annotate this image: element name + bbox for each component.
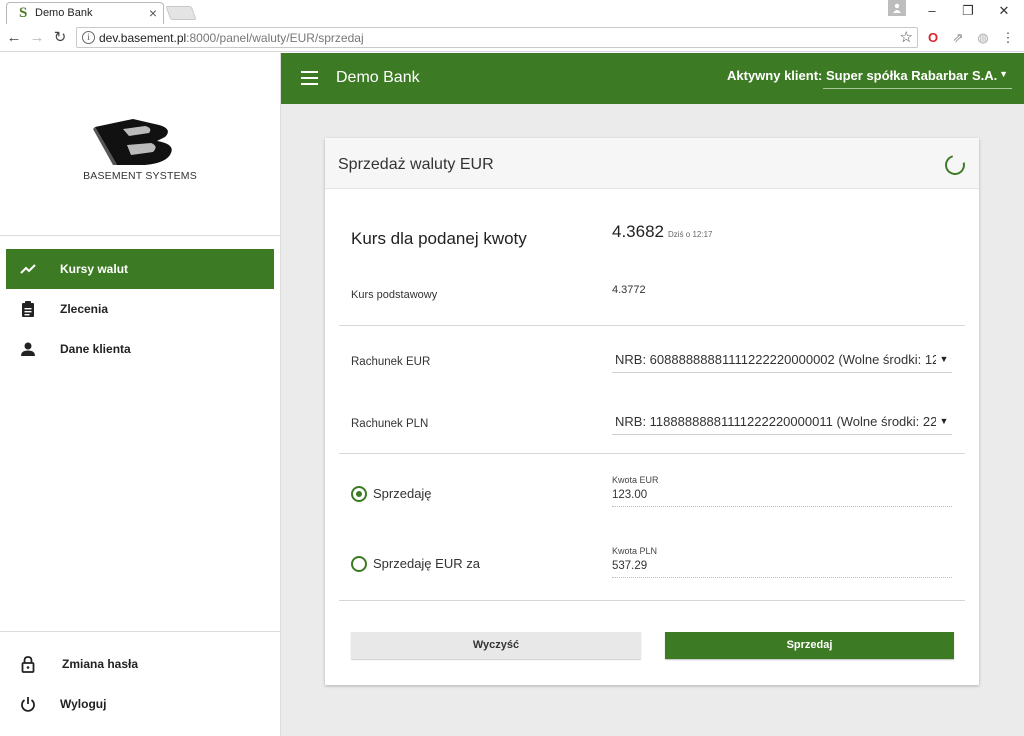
minimize-icon[interactable]: – — [914, 0, 950, 22]
back-icon[interactable]: ← — [5, 28, 23, 48]
menu-dots-icon[interactable]: ⋮ — [1000, 30, 1016, 46]
radio-sell-button[interactable] — [351, 486, 367, 502]
pln-amount-label: Kwota PLN — [612, 546, 658, 556]
sidebar-item-zmiana-hasla[interactable]: Zmiana hasła — [6, 644, 274, 684]
profile-icon[interactable] — [888, 0, 906, 16]
rate-timestamp: Dziś o 12:17 — [668, 230, 713, 239]
active-client-value: Super spółka Rabarbar S.A. — [826, 68, 998, 83]
card-title: Sprzedaż waluty EUR — [338, 156, 494, 173]
eur-account-value: NRB: 60888888881111222220000002 (Wolne ś… — [615, 352, 947, 367]
forward-icon[interactable]: → — [28, 28, 46, 48]
tab-close-icon[interactable]: × — [149, 5, 157, 21]
rate-value: 4.3682 — [612, 222, 664, 241]
rate-title: Kurs dla podanej kwoty — [351, 229, 527, 248]
logo-caption: BASEMENT SYSTEMS — [83, 170, 197, 182]
info-icon[interactable]: i — [82, 31, 95, 44]
pln-amount-input[interactable]: 537.29 — [612, 560, 647, 572]
eur-amount-field[interactable]: Kwota EUR 123.00 — [612, 475, 952, 507]
bookmark-star-icon[interactable]: ☆ — [900, 28, 913, 46]
sidebar-item-zlecenia[interactable]: Zlecenia — [6, 289, 274, 329]
reload-icon[interactable]: ↻ — [51, 28, 69, 48]
divider — [339, 453, 965, 454]
sidebar-item-wyloguj[interactable]: Wyloguj — [6, 684, 274, 724]
person-icon — [21, 342, 35, 356]
loading-spinner-icon — [941, 151, 969, 179]
sidebar-item-dane-klienta[interactable]: Dane klienta — [6, 329, 274, 369]
extension-globe-icon[interactable]: ◍ — [975, 30, 991, 46]
sidebar-item-label: Zlecenia — [60, 302, 109, 316]
new-tab-button[interactable] — [165, 6, 197, 20]
dropdown-caret-icon: ▼ — [936, 349, 952, 371]
main-content: Sprzedaż waluty EUR Kurs dla podanej kwo… — [281, 104, 1024, 736]
sidebar-item-label: Zmiana hasła — [62, 657, 139, 671]
clipboard-icon — [22, 301, 34, 317]
base-rate-label: Kurs podstawowy — [351, 289, 438, 301]
sell-button[interactable]: Sprzedaj — [665, 632, 954, 659]
divider — [339, 325, 965, 326]
eur-amount-label: Kwota EUR — [612, 475, 659, 485]
radio-sell-label[interactable]: Sprzedaję — [373, 486, 432, 501]
opera-icon[interactable]: O — [925, 30, 941, 46]
close-window-icon[interactable]: ✕ — [986, 0, 1022, 22]
trend-icon — [20, 264, 36, 274]
pln-account-value: NRB: 11888888881111222220000011 (Wolne ś… — [615, 414, 945, 429]
tab-title: Demo Bank — [35, 7, 93, 19]
browser-tab[interactable]: S Demo Bank × — [6, 2, 164, 24]
tab-favicon-icon: S — [19, 5, 28, 21]
radio-sell-for-button[interactable] — [351, 556, 367, 572]
eur-account-label: Rachunek EUR — [351, 356, 431, 368]
browser-tabstrip: S Demo Bank × – ❐ ✕ — [0, 0, 1024, 24]
sell-currency-card: Sprzedaż waluty EUR Kurs dla podanej kwo… — [325, 138, 979, 685]
pln-account-select[interactable]: NRB: 11888888881111222220000011 (Wolne ś… — [612, 411, 952, 435]
dropdown-caret-icon: ▼ — [999, 69, 1008, 79]
sidebar-item-label: Dane klienta — [60, 342, 131, 356]
active-client-select[interactable]: Super spółka Rabarbar S.A. ▼ — [823, 65, 1012, 89]
sidebar-item-label: Kursy walut — [60, 262, 129, 276]
app-title: Demo Bank — [336, 69, 420, 86]
eur-amount-input[interactable]: 123.00 — [612, 489, 647, 501]
eur-account-select[interactable]: NRB: 60888888881111222220000002 (Wolne ś… — [612, 349, 952, 373]
browser-toolbar: ← → ↻ i dev.basement.pl:8000/panel/walut… — [0, 24, 1024, 52]
pln-account-label: Rachunek PLN — [351, 418, 429, 430]
dropdown-caret-icon: ▼ — [936, 411, 952, 433]
clear-button[interactable]: Wyczyść — [351, 632, 641, 659]
pln-amount-field[interactable]: Kwota PLN 537.29 — [612, 546, 952, 578]
lock-icon — [21, 656, 35, 673]
active-client-label: Aktywny klient: — [727, 68, 823, 83]
divider — [339, 600, 965, 601]
sidebar-item-label: Wyloguj — [60, 697, 107, 711]
radio-sell-for-label[interactable]: Sprzedaję EUR za — [373, 556, 480, 571]
address-bar[interactable]: i dev.basement.pl:8000/panel/waluty/EUR/… — [76, 27, 918, 48]
sidebar-item-kursy-walut[interactable]: Kursy walut — [6, 249, 274, 289]
base-rate-value: 4.3772 — [612, 284, 646, 296]
power-icon — [21, 697, 35, 712]
card-header: Sprzedaż waluty EUR — [325, 138, 979, 189]
restore-icon[interactable]: ❐ — [950, 0, 986, 22]
sidebar-divider — [0, 631, 280, 632]
sidebar: BASEMENT SYSTEMS Kursy walut Zlecenia Da… — [0, 53, 281, 736]
app-header: Demo Bank Aktywny klient: Super spółka R… — [281, 53, 1024, 104]
basement-logo — [93, 119, 172, 165]
url-text: dev.basement.pl:8000/panel/waluty/EUR/sp… — [99, 31, 364, 45]
hamburger-menu-icon[interactable] — [301, 71, 318, 85]
logo-area: BASEMENT SYSTEMS — [0, 53, 280, 236]
extension-arrow-icon[interactable]: ⇗ — [950, 30, 966, 46]
